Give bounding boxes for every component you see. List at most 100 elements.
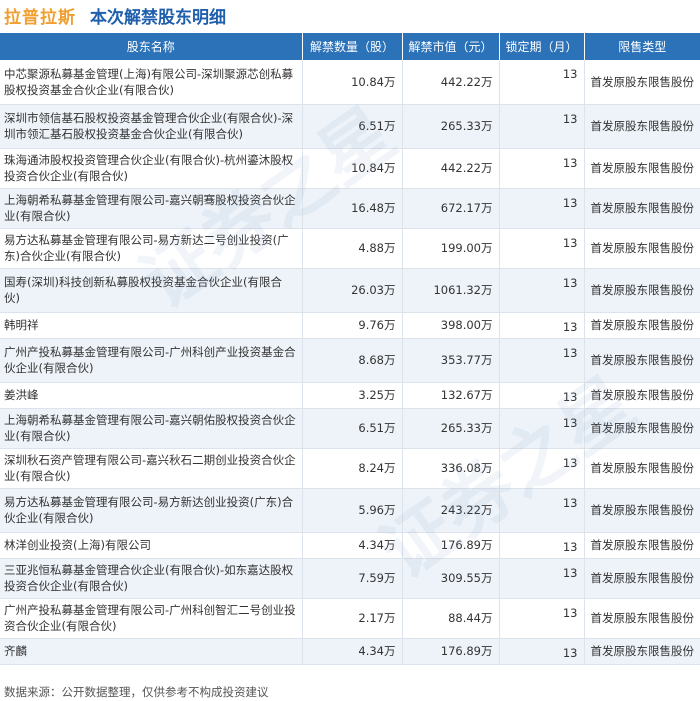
- table-row: 中芯聚源私募基金管理(上海)有限公司-深圳聚源芯创私募股权投资基金合伙企业(有限…: [0, 60, 700, 105]
- unlock-quantity-cell: 4.88万: [302, 228, 403, 269]
- restriction-type-cell: 首发原股东限售股份: [584, 104, 700, 149]
- restriction-type-cell: 首发原股东限售股份: [584, 338, 700, 383]
- shareholder-name-cell: 齐麟: [0, 638, 303, 665]
- unlock-quantity-cell: 9.76万: [302, 312, 403, 339]
- lock-period-cell: 13: [499, 312, 585, 339]
- brand-name: 拉普拉斯: [4, 7, 76, 28]
- shareholder-name-cell: 广州产投私募基金管理有限公司-广州科创产业投资基金合伙企业(有限合伙): [0, 338, 303, 383]
- shareholder-name-cell: 易方达私募基金管理有限公司-易方新达二号创业投资(广东)合伙企业(有限合伙): [0, 228, 303, 269]
- restriction-type-cell: 首发原股东限售股份: [584, 448, 700, 489]
- unlock-value-cell: 353.77万: [402, 338, 500, 383]
- restriction-type-cell: 首发原股东限售股份: [584, 638, 700, 665]
- restriction-type-cell: 首发原股东限售股份: [584, 532, 700, 559]
- table-row: 上海朝希私募基金管理有限公司-嘉兴朝佑股权投资合伙企业(有限合伙) 6.51万 26…: [0, 408, 700, 449]
- table-row: 深圳秋石资产管理有限公司-嘉兴秋石二期创业投资合伙企业(有限合伙) 8.24万 33…: [0, 448, 700, 489]
- lock-period-cell: 13: [499, 228, 585, 269]
- unlock-quantity-cell: 16.48万: [302, 188, 403, 229]
- page-title: 本次解禁股东明细: [90, 7, 226, 28]
- restriction-type-cell: 首发原股东限售股份: [584, 312, 700, 339]
- unlock-quantity-cell: 4.34万: [302, 638, 403, 665]
- lock-period-cell: 13: [499, 60, 585, 105]
- table-row: 广州产投私募基金管理有限公司-广州科创产业投资基金合伙企业(有限合伙) 8.68万…: [0, 338, 700, 383]
- table-row: 三亚兆恒私募基金管理合伙企业(有限合伙)-如东嘉达股权投资合伙企业(有限合伙) 7…: [0, 558, 700, 599]
- shareholder-name-cell: 三亚兆恒私募基金管理合伙企业(有限合伙)-如东嘉达股权投资合伙企业(有限合伙): [0, 558, 303, 599]
- unlock-quantity-cell: 26.03万: [302, 268, 403, 313]
- unlock-value-cell: 199.00万: [402, 228, 500, 269]
- lock-period-cell: 13: [499, 148, 585, 189]
- shareholder-name-cell: 姜洪峰: [0, 382, 303, 409]
- shareholder-name-cell: 上海朝希私募基金管理有限公司-嘉兴朝骞股权投资合伙企业(有限合伙): [0, 188, 303, 229]
- data-source-note: 数据来源：公开数据整理，仅供参考不构成投资建议: [4, 685, 269, 699]
- unlock-value-cell: 442.22万: [402, 148, 500, 189]
- unlock-value-cell: 672.17万: [402, 188, 500, 229]
- shareholder-name-cell: 中芯聚源私募基金管理(上海)有限公司-深圳聚源芯创私募股权投资基金合伙企业(有限…: [0, 60, 303, 105]
- restriction-type-cell: 首发原股东限售股份: [584, 598, 700, 639]
- unlock-quantity-cell: 6.51万: [302, 104, 403, 149]
- unlock-quantity-cell: 4.34万: [302, 532, 403, 559]
- unlock-quantity-cell: 6.51万: [302, 408, 403, 449]
- lock-period-cell: 13: [499, 448, 585, 489]
- unlock-quantity-cell: 3.25万: [302, 382, 403, 409]
- lock-period-cell: 13: [499, 188, 585, 229]
- shareholder-name-cell: 深圳市领信基石股权投资基金管理合伙企业(有限合伙)-深圳市领汇基石股权投资基金合…: [0, 104, 303, 149]
- shareholder-name-cell: 珠海通沛股权投资管理合伙企业(有限合伙)-杭州鎏沐股权投资合伙企业(有限合伙): [0, 148, 303, 189]
- unlock-quantity-cell: 5.96万: [302, 488, 403, 533]
- lock-period-cell: 13: [499, 268, 585, 313]
- restriction-type-cell: 首发原股东限售股份: [584, 60, 700, 105]
- unlock-quantity-cell: 8.68万: [302, 338, 403, 383]
- unlock-value-cell: 265.33万: [402, 104, 500, 149]
- table-row: 国寿(深圳)科技创新私募股权投资基金合伙企业(有限合伙) 26.03万 1061.3…: [0, 268, 700, 313]
- table-row: 易方达私募基金管理有限公司-易方新达二号创业投资(广东)合伙企业(有限合伙) 4.…: [0, 228, 700, 269]
- table-row: 珠海通沛股权投资管理合伙企业(有限合伙)-杭州鎏沐股权投资合伙企业(有限合伙) 1…: [0, 148, 700, 189]
- column-header-value: 解禁市值（元）: [402, 33, 500, 60]
- unlock-quantity-cell: 2.17万: [302, 598, 403, 639]
- unlock-quantity-cell: 7.59万: [302, 558, 403, 599]
- shareholder-name-cell: 上海朝希私募基金管理有限公司-嘉兴朝佑股权投资合伙企业(有限合伙): [0, 408, 303, 449]
- restriction-type-cell: 首发原股东限售股份: [584, 148, 700, 189]
- unlock-value-cell: 398.00万: [402, 312, 500, 339]
- table-row: 齐麟 4.34万 176.89万 13 首发原股东限售股份: [0, 638, 700, 665]
- unlock-value-cell: 88.44万: [402, 598, 500, 639]
- shareholder-name-cell: 林洋创业投资(上海)有限公司: [0, 532, 303, 559]
- shareholder-name-cell: 深圳秋石资产管理有限公司-嘉兴秋石二期创业投资合伙企业(有限合伙): [0, 448, 303, 489]
- lock-period-cell: 13: [499, 488, 585, 533]
- unlock-value-cell: 336.08万: [402, 448, 500, 489]
- restriction-type-cell: 首发原股东限售股份: [584, 408, 700, 449]
- lock-period-cell: 13: [499, 532, 585, 559]
- unlock-value-cell: 309.55万: [402, 558, 500, 599]
- lock-period-cell: 13: [499, 638, 585, 665]
- table-row: 上海朝希私募基金管理有限公司-嘉兴朝骞股权投资合伙企业(有限合伙) 16.48万 6…: [0, 188, 700, 229]
- table-row: 林洋创业投资(上海)有限公司 4.34万 176.89万 13 首发原股东限售股份: [0, 532, 700, 559]
- unlock-quantity-cell: 8.24万: [302, 448, 403, 489]
- column-header-name: 股东名称: [0, 33, 303, 60]
- unlock-value-cell: 176.89万: [402, 638, 500, 665]
- unlock-value-cell: 132.67万: [402, 382, 500, 409]
- restriction-type-cell: 首发原股东限售股份: [584, 228, 700, 269]
- restriction-type-cell: 首发原股东限售股份: [584, 382, 700, 409]
- column-header-type: 限售类型: [584, 33, 700, 60]
- restriction-type-cell: 首发原股东限售股份: [584, 268, 700, 313]
- shareholder-table: 股东名称 解禁数量（股） 解禁市值（元） 锁定期（月） 限售类型 中芯聚源私募基…: [0, 33, 700, 665]
- table-row: 姜洪峰 3.25万 132.67万 13 首发原股东限售股份: [0, 382, 700, 409]
- lock-period-cell: 13: [499, 558, 585, 599]
- column-header-lock-period: 锁定期（月）: [499, 33, 585, 60]
- table-row: 易方达私募基金管理有限公司-易方新达创业投资(广东)合伙企业(有限合伙) 5.96…: [0, 488, 700, 533]
- shareholder-name-cell: 易方达私募基金管理有限公司-易方新达创业投资(广东)合伙企业(有限合伙): [0, 488, 303, 533]
- restriction-type-cell: 首发原股东限售股份: [584, 488, 700, 533]
- lock-period-cell: 13: [499, 598, 585, 639]
- lock-period-cell: 13: [499, 408, 585, 449]
- unlock-value-cell: 1061.32万: [402, 268, 500, 313]
- shareholder-name-cell: 国寿(深圳)科技创新私募股权投资基金合伙企业(有限合伙): [0, 268, 303, 313]
- restriction-type-cell: 首发原股东限售股份: [584, 188, 700, 229]
- column-header-quantity: 解禁数量（股）: [302, 33, 403, 60]
- unlock-value-cell: 265.33万: [402, 408, 500, 449]
- unlock-value-cell: 243.22万: [402, 488, 500, 533]
- unlock-quantity-cell: 10.84万: [302, 148, 403, 189]
- shareholder-name-cell: 广州产投私募基金管理有限公司-广州科创智汇二号创业投资合伙企业(有限合伙): [0, 598, 303, 639]
- restriction-type-cell: 首发原股东限售股份: [584, 558, 700, 599]
- page-header: 拉普拉斯 本次解禁股东明细: [0, 0, 700, 30]
- unlock-value-cell: 442.22万: [402, 60, 500, 105]
- shareholder-name-cell: 韩明祥: [0, 312, 303, 339]
- unlock-quantity-cell: 10.84万: [302, 60, 403, 105]
- lock-period-cell: 13: [499, 382, 585, 409]
